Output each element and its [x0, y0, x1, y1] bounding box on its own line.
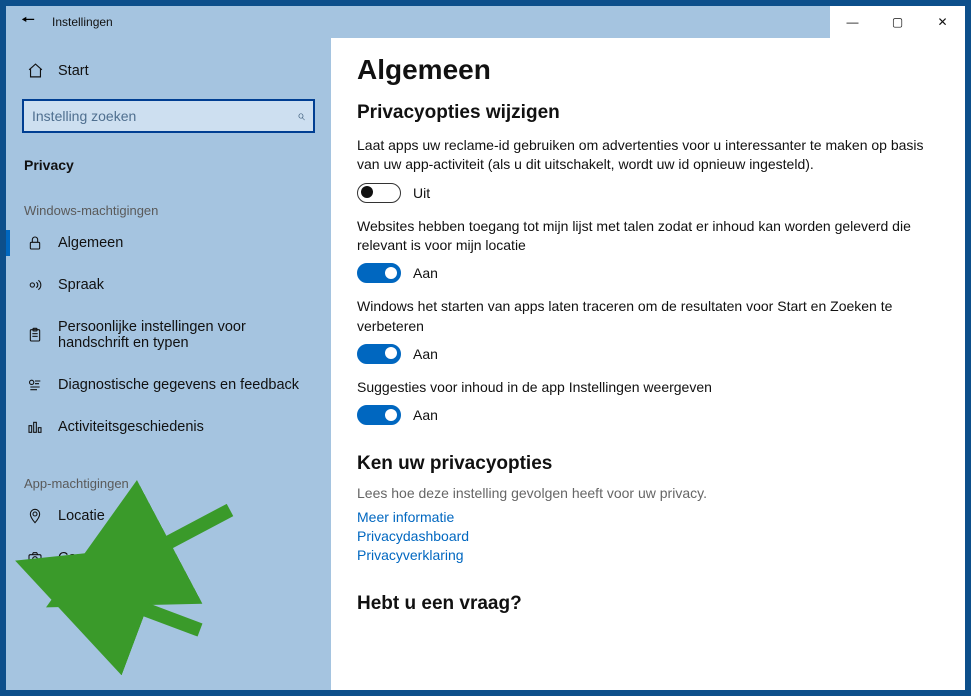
location-icon: [26, 508, 44, 524]
sidebar-item-handwriting[interactable]: Persoonlijke instellingen voor handschri…: [6, 306, 331, 364]
sidebar-item-label: Algemeen: [58, 235, 123, 251]
toggle-row: Aan: [357, 405, 937, 425]
toggle-row: Aan: [357, 344, 937, 364]
toggle-suggested-content[interactable]: [357, 405, 401, 425]
diagnostics-icon: [26, 377, 44, 393]
section-heading-privacy-options: Privacyopties wijzigen: [357, 102, 937, 124]
home-button[interactable]: Start: [6, 50, 331, 91]
sidebar-group-app-permissions: App-machtigingen: [6, 448, 331, 495]
setting-track-app-launches: Windows het starten van apps laten trace…: [357, 297, 937, 364]
window-title: Instellingen: [50, 15, 113, 29]
sidebar-item-speech[interactable]: Spraak: [6, 264, 331, 306]
toggle-track-app-launches[interactable]: [357, 344, 401, 364]
setting-suggested-content: Suggesties voor inhoud in de app Instell…: [357, 378, 937, 425]
close-icon: ✕: [937, 15, 947, 29]
link-more-info[interactable]: Meer informatie: [357, 509, 937, 525]
section-heading-question: Hebt u een vraag?: [357, 593, 937, 615]
sidebar-item-diagnostics[interactable]: Diagnostische gegevens en feedback: [6, 364, 331, 406]
toggle-thumb: [385, 347, 397, 359]
activity-icon: [26, 419, 44, 435]
toggle-state-label: Aan: [413, 346, 438, 362]
search-icon: ⌕: [297, 107, 305, 124]
privacy-links-description: Lees hoe deze instelling gevolgen heeft …: [357, 485, 937, 501]
padlock-icon: [26, 235, 44, 251]
toggle-website-languages[interactable]: [357, 263, 401, 283]
setting-description: Windows het starten van apps laten trace…: [357, 297, 937, 336]
caption-buttons: — ▢ ✕: [830, 6, 965, 38]
minimize-button[interactable]: —: [830, 6, 875, 38]
maximize-icon: ▢: [892, 15, 903, 29]
nav-app-permissions: Locatie Camera: [6, 495, 331, 579]
main-panel: Algemeen Privacyopties wijzigen Laat app…: [331, 38, 965, 690]
setting-advertising-id: Laat apps uw reclame-id gebruiken om adv…: [357, 136, 937, 203]
search-input[interactable]: [22, 99, 315, 133]
search-container: ⌕: [22, 99, 315, 133]
sidebar-item-label: Camera: [58, 550, 110, 566]
back-button[interactable]: 🠔: [6, 6, 50, 38]
content-area: Start ⌕ Privacy Windows-machtigingen Alg…: [6, 38, 965, 690]
sidebar-item-label: Activiteitsgeschiedenis: [58, 419, 204, 435]
arrow-left-icon: 🠔: [21, 9, 35, 36]
home-icon: [26, 62, 44, 79]
section-heading-know-privacy: Ken uw privacyopties: [357, 453, 937, 475]
page-heading: Algemeen: [357, 54, 937, 86]
link-privacy-dashboard[interactable]: Privacydashboard: [357, 528, 937, 544]
sidebar-item-camera[interactable]: Camera: [6, 537, 331, 579]
setting-description: Laat apps uw reclame-id gebruiken om adv…: [357, 136, 937, 175]
sidebar-item-activity-history[interactable]: Activiteitsgeschiedenis: [6, 406, 331, 448]
toggle-thumb: [385, 267, 397, 279]
sidebar-item-general[interactable]: Algemeen: [6, 222, 331, 264]
setting-description: Websites hebben toegang tot mijn lijst m…: [357, 217, 937, 256]
sidebar: Start ⌕ Privacy Windows-machtigingen Alg…: [6, 38, 331, 690]
toggle-thumb: [361, 186, 373, 198]
sidebar-item-label: Diagnostische gegevens en feedback: [58, 377, 299, 393]
sidebar-item-label: Locatie: [58, 508, 105, 524]
camera-icon: [26, 550, 44, 566]
close-button[interactable]: ✕: [920, 6, 965, 38]
toggle-advertising-id[interactable]: [357, 183, 401, 203]
toggle-thumb: [385, 409, 397, 421]
home-label: Start: [58, 63, 89, 79]
privacy-links-section: Lees hoe deze instelling gevolgen heeft …: [357, 485, 937, 563]
voice-icon: [26, 277, 44, 293]
toggle-state-label: Aan: [413, 407, 438, 423]
nav-windows-permissions: Algemeen Spraak Persoonlijke instellinge…: [6, 222, 331, 448]
settings-window: 🠔 Instellingen — ▢ ✕ Start ⌕ Privacy Win…: [6, 6, 965, 690]
sidebar-item-location[interactable]: Locatie: [6, 495, 331, 537]
toggle-state-label: Aan: [413, 265, 438, 281]
maximize-button[interactable]: ▢: [875, 6, 920, 38]
sidebar-group-windows-permissions: Windows-machtigingen: [6, 175, 331, 222]
setting-website-languages: Websites hebben toegang tot mijn lijst m…: [357, 217, 937, 284]
toggle-row: Aan: [357, 263, 937, 283]
sidebar-item-label: Persoonlijke instellingen voor handschri…: [58, 319, 315, 351]
minimize-icon: —: [847, 15, 859, 29]
clipboard-icon: [26, 327, 44, 343]
sidebar-section-privacy: Privacy: [6, 139, 331, 175]
toggle-state-label: Uit: [413, 185, 430, 201]
titlebar: 🠔 Instellingen — ▢ ✕: [6, 6, 965, 38]
link-privacy-statement[interactable]: Privacyverklaring: [357, 547, 937, 563]
setting-description: Suggesties voor inhoud in de app Instell…: [357, 378, 937, 397]
sidebar-item-label: Spraak: [58, 277, 104, 293]
toggle-row: Uit: [357, 183, 937, 203]
